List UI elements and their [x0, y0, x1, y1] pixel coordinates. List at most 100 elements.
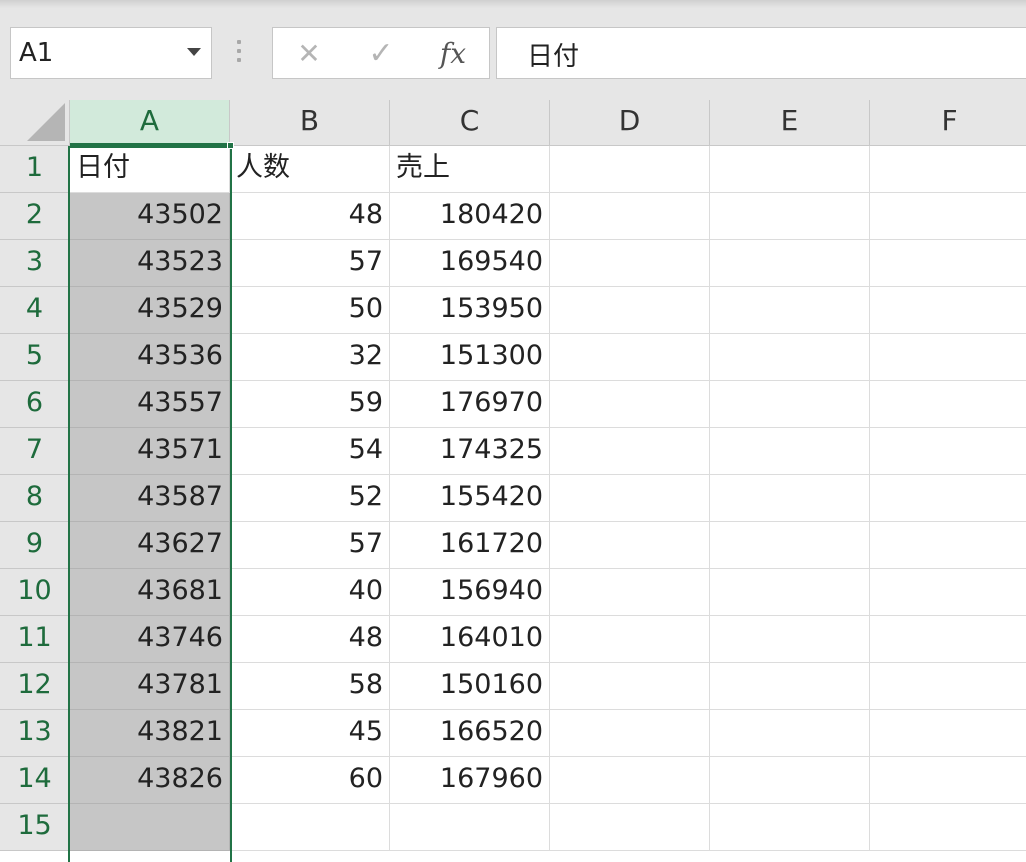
cell-b10[interactable]: 40 — [230, 569, 390, 616]
cell-c2[interactable]: 180420 — [390, 193, 550, 240]
cell-e7[interactable] — [710, 428, 870, 475]
cell-d3[interactable] — [550, 240, 710, 287]
cell-f5[interactable] — [870, 334, 1026, 381]
cell-d5[interactable] — [550, 334, 710, 381]
cell-e4[interactable] — [710, 287, 870, 334]
cell-e13[interactable] — [710, 710, 870, 757]
cell-a10[interactable]: 43681 — [70, 569, 230, 616]
cell-b5[interactable]: 32 — [230, 334, 390, 381]
cell-a9[interactable]: 43627 — [70, 522, 230, 569]
cell-b15[interactable] — [230, 804, 390, 851]
row-header-6[interactable]: 6 — [0, 381, 70, 428]
cell-f15[interactable] — [870, 804, 1026, 851]
cell-e11[interactable] — [710, 616, 870, 663]
cell-a12[interactable]: 43781 — [70, 663, 230, 710]
cell-e6[interactable] — [710, 381, 870, 428]
cell-c7[interactable]: 174325 — [390, 428, 550, 475]
cell-d6[interactable] — [550, 381, 710, 428]
cell-f11[interactable] — [870, 616, 1026, 663]
cell-d15[interactable] — [550, 804, 710, 851]
cell-f3[interactable] — [870, 240, 1026, 287]
cell-c13[interactable]: 166520 — [390, 710, 550, 757]
cell-f2[interactable] — [870, 193, 1026, 240]
cell-b3[interactable]: 57 — [230, 240, 390, 287]
row-header-11[interactable]: 11 — [0, 616, 70, 663]
cell-d9[interactable] — [550, 522, 710, 569]
select-all-button[interactable] — [0, 100, 70, 146]
cell-b2[interactable]: 48 — [230, 193, 390, 240]
cell-c1[interactable]: 売上 — [390, 146, 550, 193]
row-header-13[interactable]: 13 — [0, 710, 70, 757]
cell-d13[interactable] — [550, 710, 710, 757]
row-header-7[interactable]: 7 — [0, 428, 70, 475]
cell-f1[interactable] — [870, 146, 1026, 193]
cell-a7[interactable]: 43571 — [70, 428, 230, 475]
cell-c10[interactable]: 156940 — [390, 569, 550, 616]
cell-c4[interactable]: 153950 — [390, 287, 550, 334]
cell-a13[interactable]: 43821 — [70, 710, 230, 757]
row-header-8[interactable]: 8 — [0, 475, 70, 522]
row-header-1[interactable]: 1 — [0, 146, 70, 193]
cell-b1[interactable]: 人数 — [230, 146, 390, 193]
row-header-15[interactable]: 15 — [0, 804, 70, 851]
cell-d2[interactable] — [550, 193, 710, 240]
row-header-12[interactable]: 12 — [0, 663, 70, 710]
cell-e14[interactable] — [710, 757, 870, 804]
cell-e9[interactable] — [710, 522, 870, 569]
cell-a15[interactable] — [70, 804, 230, 851]
cell-a1[interactable]: 日付 — [70, 146, 230, 193]
cell-a4[interactable]: 43529 — [70, 287, 230, 334]
column-header-f[interactable]: F — [870, 100, 1026, 146]
cell-c15[interactable] — [390, 804, 550, 851]
cell-a6[interactable]: 43557 — [70, 381, 230, 428]
cancel-icon[interactable]: ✕ — [289, 36, 329, 72]
column-header-c[interactable]: C — [390, 100, 550, 146]
cell-e12[interactable] — [710, 663, 870, 710]
cell-c3[interactable]: 169540 — [390, 240, 550, 287]
cell-f10[interactable] — [870, 569, 1026, 616]
cell-d4[interactable] — [550, 287, 710, 334]
cell-e3[interactable] — [710, 240, 870, 287]
chevron-down-icon[interactable] — [187, 48, 201, 56]
cell-c5[interactable]: 151300 — [390, 334, 550, 381]
row-header-3[interactable]: 3 — [0, 240, 70, 287]
cell-e10[interactable] — [710, 569, 870, 616]
cell-b14[interactable]: 60 — [230, 757, 390, 804]
cell-c12[interactable]: 150160 — [390, 663, 550, 710]
cell-a8[interactable]: 43587 — [70, 475, 230, 522]
cell-b8[interactable]: 52 — [230, 475, 390, 522]
row-header-4[interactable]: 4 — [0, 287, 70, 334]
row-header-14[interactable]: 14 — [0, 757, 70, 804]
cell-c8[interactable]: 155420 — [390, 475, 550, 522]
column-header-a[interactable]: A — [70, 100, 230, 146]
cell-b9[interactable]: 57 — [230, 522, 390, 569]
cell-e15[interactable] — [710, 804, 870, 851]
cell-b7[interactable]: 54 — [230, 428, 390, 475]
cell-d14[interactable] — [550, 757, 710, 804]
column-header-b[interactable]: B — [230, 100, 390, 146]
cell-f12[interactable] — [870, 663, 1026, 710]
cell-a5[interactable]: 43536 — [70, 334, 230, 381]
row-header-9[interactable]: 9 — [0, 522, 70, 569]
cell-e1[interactable] — [710, 146, 870, 193]
cell-f14[interactable] — [870, 757, 1026, 804]
cell-a2[interactable]: 43502 — [70, 193, 230, 240]
grip-icon[interactable] — [236, 40, 242, 66]
cell-f7[interactable] — [870, 428, 1026, 475]
insert-function-icon[interactable]: fx — [433, 36, 473, 72]
cell-b12[interactable]: 58 — [230, 663, 390, 710]
cell-f4[interactable] — [870, 287, 1026, 334]
row-header-10[interactable]: 10 — [0, 569, 70, 616]
cell-c14[interactable]: 167960 — [390, 757, 550, 804]
cell-d8[interactable] — [550, 475, 710, 522]
cell-d11[interactable] — [550, 616, 710, 663]
cell-c6[interactable]: 176970 — [390, 381, 550, 428]
cell-f9[interactable] — [870, 522, 1026, 569]
cell-f8[interactable] — [870, 475, 1026, 522]
cell-e2[interactable] — [710, 193, 870, 240]
cell-c11[interactable]: 164010 — [390, 616, 550, 663]
cell-d12[interactable] — [550, 663, 710, 710]
cell-b4[interactable]: 50 — [230, 287, 390, 334]
cell-a3[interactable]: 43523 — [70, 240, 230, 287]
fill-handle[interactable] — [227, 142, 234, 149]
